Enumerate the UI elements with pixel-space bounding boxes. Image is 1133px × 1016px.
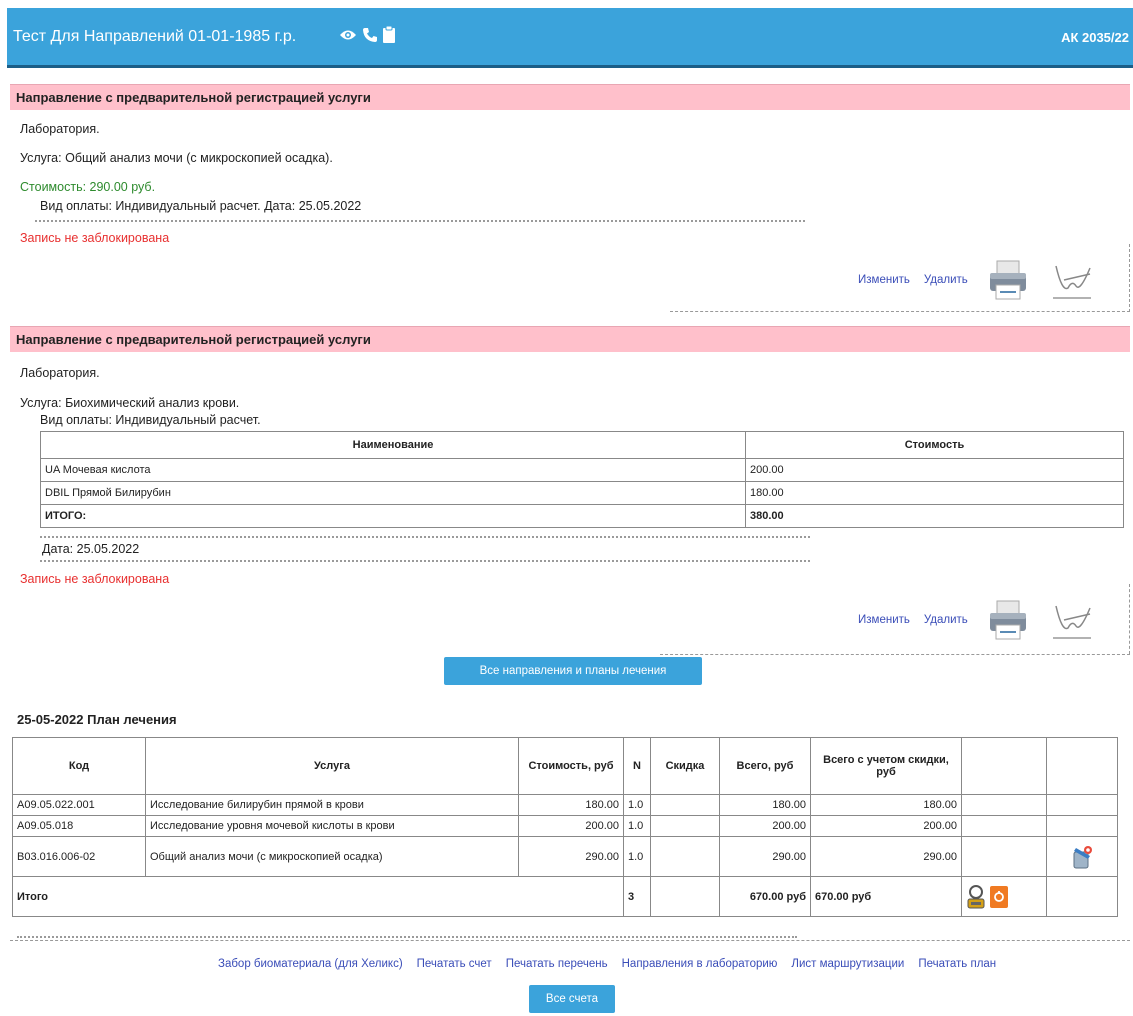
service-text: Услуга: Биохимический анализ крови.	[20, 396, 240, 410]
divider	[660, 654, 1130, 655]
column-header: Код	[12, 737, 146, 795]
payment-text: Вид оплаты: Индивидуальный расчет.	[40, 413, 261, 427]
divider	[10, 940, 1130, 941]
direction-header: Направление с предварительной регистраци…	[10, 326, 1130, 352]
column-header: Стоимость, руб	[518, 737, 624, 795]
services-table: Наименование Стоимость UA Мочевая кислот…	[40, 431, 1124, 528]
printer-icon[interactable]	[986, 258, 1030, 302]
service-text: Услуга: Общий анализ мочи (с микроскопие…	[20, 151, 333, 165]
eye-icon[interactable]	[339, 28, 357, 42]
header-icons	[339, 26, 395, 43]
direction-actions: Изменить Удалить	[858, 258, 1094, 302]
lock-status: Запись не заблокирована	[20, 572, 170, 586]
plan-actions: Забор биоматериала (для Хеликс) Печатать…	[218, 958, 1010, 970]
treatment-plan-table: Код Услуга Стоимость, руб N Скидка Всего…	[12, 737, 1118, 917]
department-text: Лаборатория.	[20, 366, 100, 380]
divider	[17, 936, 797, 938]
table-row: A09.05.022.001 Исследование билирубин пря…	[12, 794, 1118, 816]
column-header: Скидка	[650, 737, 720, 795]
column-header: Всего, руб	[719, 737, 811, 795]
user-money-icon[interactable]	[966, 884, 986, 909]
table-row: B03.016.006-02 Общий анализ мочи (с микро…	[12, 836, 1118, 877]
divider	[40, 560, 810, 562]
cost-text: Стоимость: 290.00 руб.	[20, 180, 156, 194]
print-bill-link[interactable]: Печатать счет	[417, 958, 492, 970]
column-header: Наименование	[40, 431, 746, 459]
all-bills-button[interactable]: Все счета	[529, 985, 615, 1013]
date-text: Дата: 25.05.2022	[42, 542, 140, 556]
print-plan-link[interactable]: Печатать план	[918, 958, 996, 970]
table-row: A09.05.018 Исследование уровня мочевой ки…	[12, 815, 1118, 837]
table-row: DBIL Прямой Билирубин 180.00	[40, 481, 1124, 505]
delete-icon[interactable]	[989, 885, 1009, 909]
column-header: Всего с учетом скидки, руб	[810, 737, 962, 795]
all-directions-button[interactable]: Все направления и планы лечения	[444, 657, 702, 685]
divider	[35, 220, 805, 222]
divider	[40, 536, 810, 538]
phone-icon[interactable]	[362, 27, 378, 43]
lock-status: Запись не заблокирована	[20, 231, 170, 245]
patient-header-bar: Тест Для Направлений 01-01-1985 г.р. АК …	[7, 8, 1133, 68]
payment-text: Вид оплаты: Индивидуальный расчет. Дата:…	[40, 199, 362, 213]
column-header: Стоимость	[745, 431, 1124, 459]
lab-directions-link[interactable]: Направления в лабораторию	[622, 958, 778, 970]
edit-link[interactable]: Изменить	[858, 614, 910, 626]
delete-link[interactable]: Удалить	[924, 614, 968, 626]
department-text: Лаборатория.	[20, 122, 100, 136]
print-list-link[interactable]: Печатать перечень	[506, 958, 608, 970]
direction-header: Направление с предварительной регистраци…	[10, 84, 1130, 110]
divider	[670, 311, 1130, 312]
direction-card-2: Направление с предварительной регистраци…	[10, 326, 1130, 656]
routing-sheet-link[interactable]: Лист маршрутизации	[791, 958, 904, 970]
edit-link[interactable]: Изменить	[858, 274, 910, 286]
column-header: N	[623, 737, 651, 795]
column-header	[1046, 737, 1118, 795]
table-row: UA Мочевая кислота 200.00	[40, 458, 1124, 482]
clipboard-icon[interactable]	[383, 26, 395, 43]
delete-link[interactable]: Удалить	[924, 274, 968, 286]
table-total-row: Итого 3 670.00 руб 670.00 руб	[12, 876, 1118, 917]
biomaterial-link[interactable]: Забор биоматериала (для Хеликс)	[218, 958, 403, 970]
patient-title: Тест Для Направлений 01-01-1985 г.р.	[13, 28, 297, 45]
direction-actions: Изменить Удалить	[858, 598, 1094, 642]
divider	[1129, 244, 1130, 312]
divider	[1129, 584, 1130, 654]
lab-order-icon[interactable]	[1070, 844, 1094, 870]
column-header	[961, 737, 1047, 795]
printer-icon[interactable]	[986, 598, 1030, 642]
plan-title: 25-05-2022 План лечения	[17, 712, 177, 727]
signature-icon[interactable]	[1050, 598, 1094, 642]
column-header: Услуга	[145, 737, 519, 795]
signature-icon[interactable]	[1050, 258, 1094, 302]
table-total-row: ИТОГО: 380.00	[40, 504, 1124, 528]
case-number: АК 2035/22	[1061, 30, 1129, 45]
direction-card-1: Направление с предварительной регистраци…	[10, 84, 1130, 316]
